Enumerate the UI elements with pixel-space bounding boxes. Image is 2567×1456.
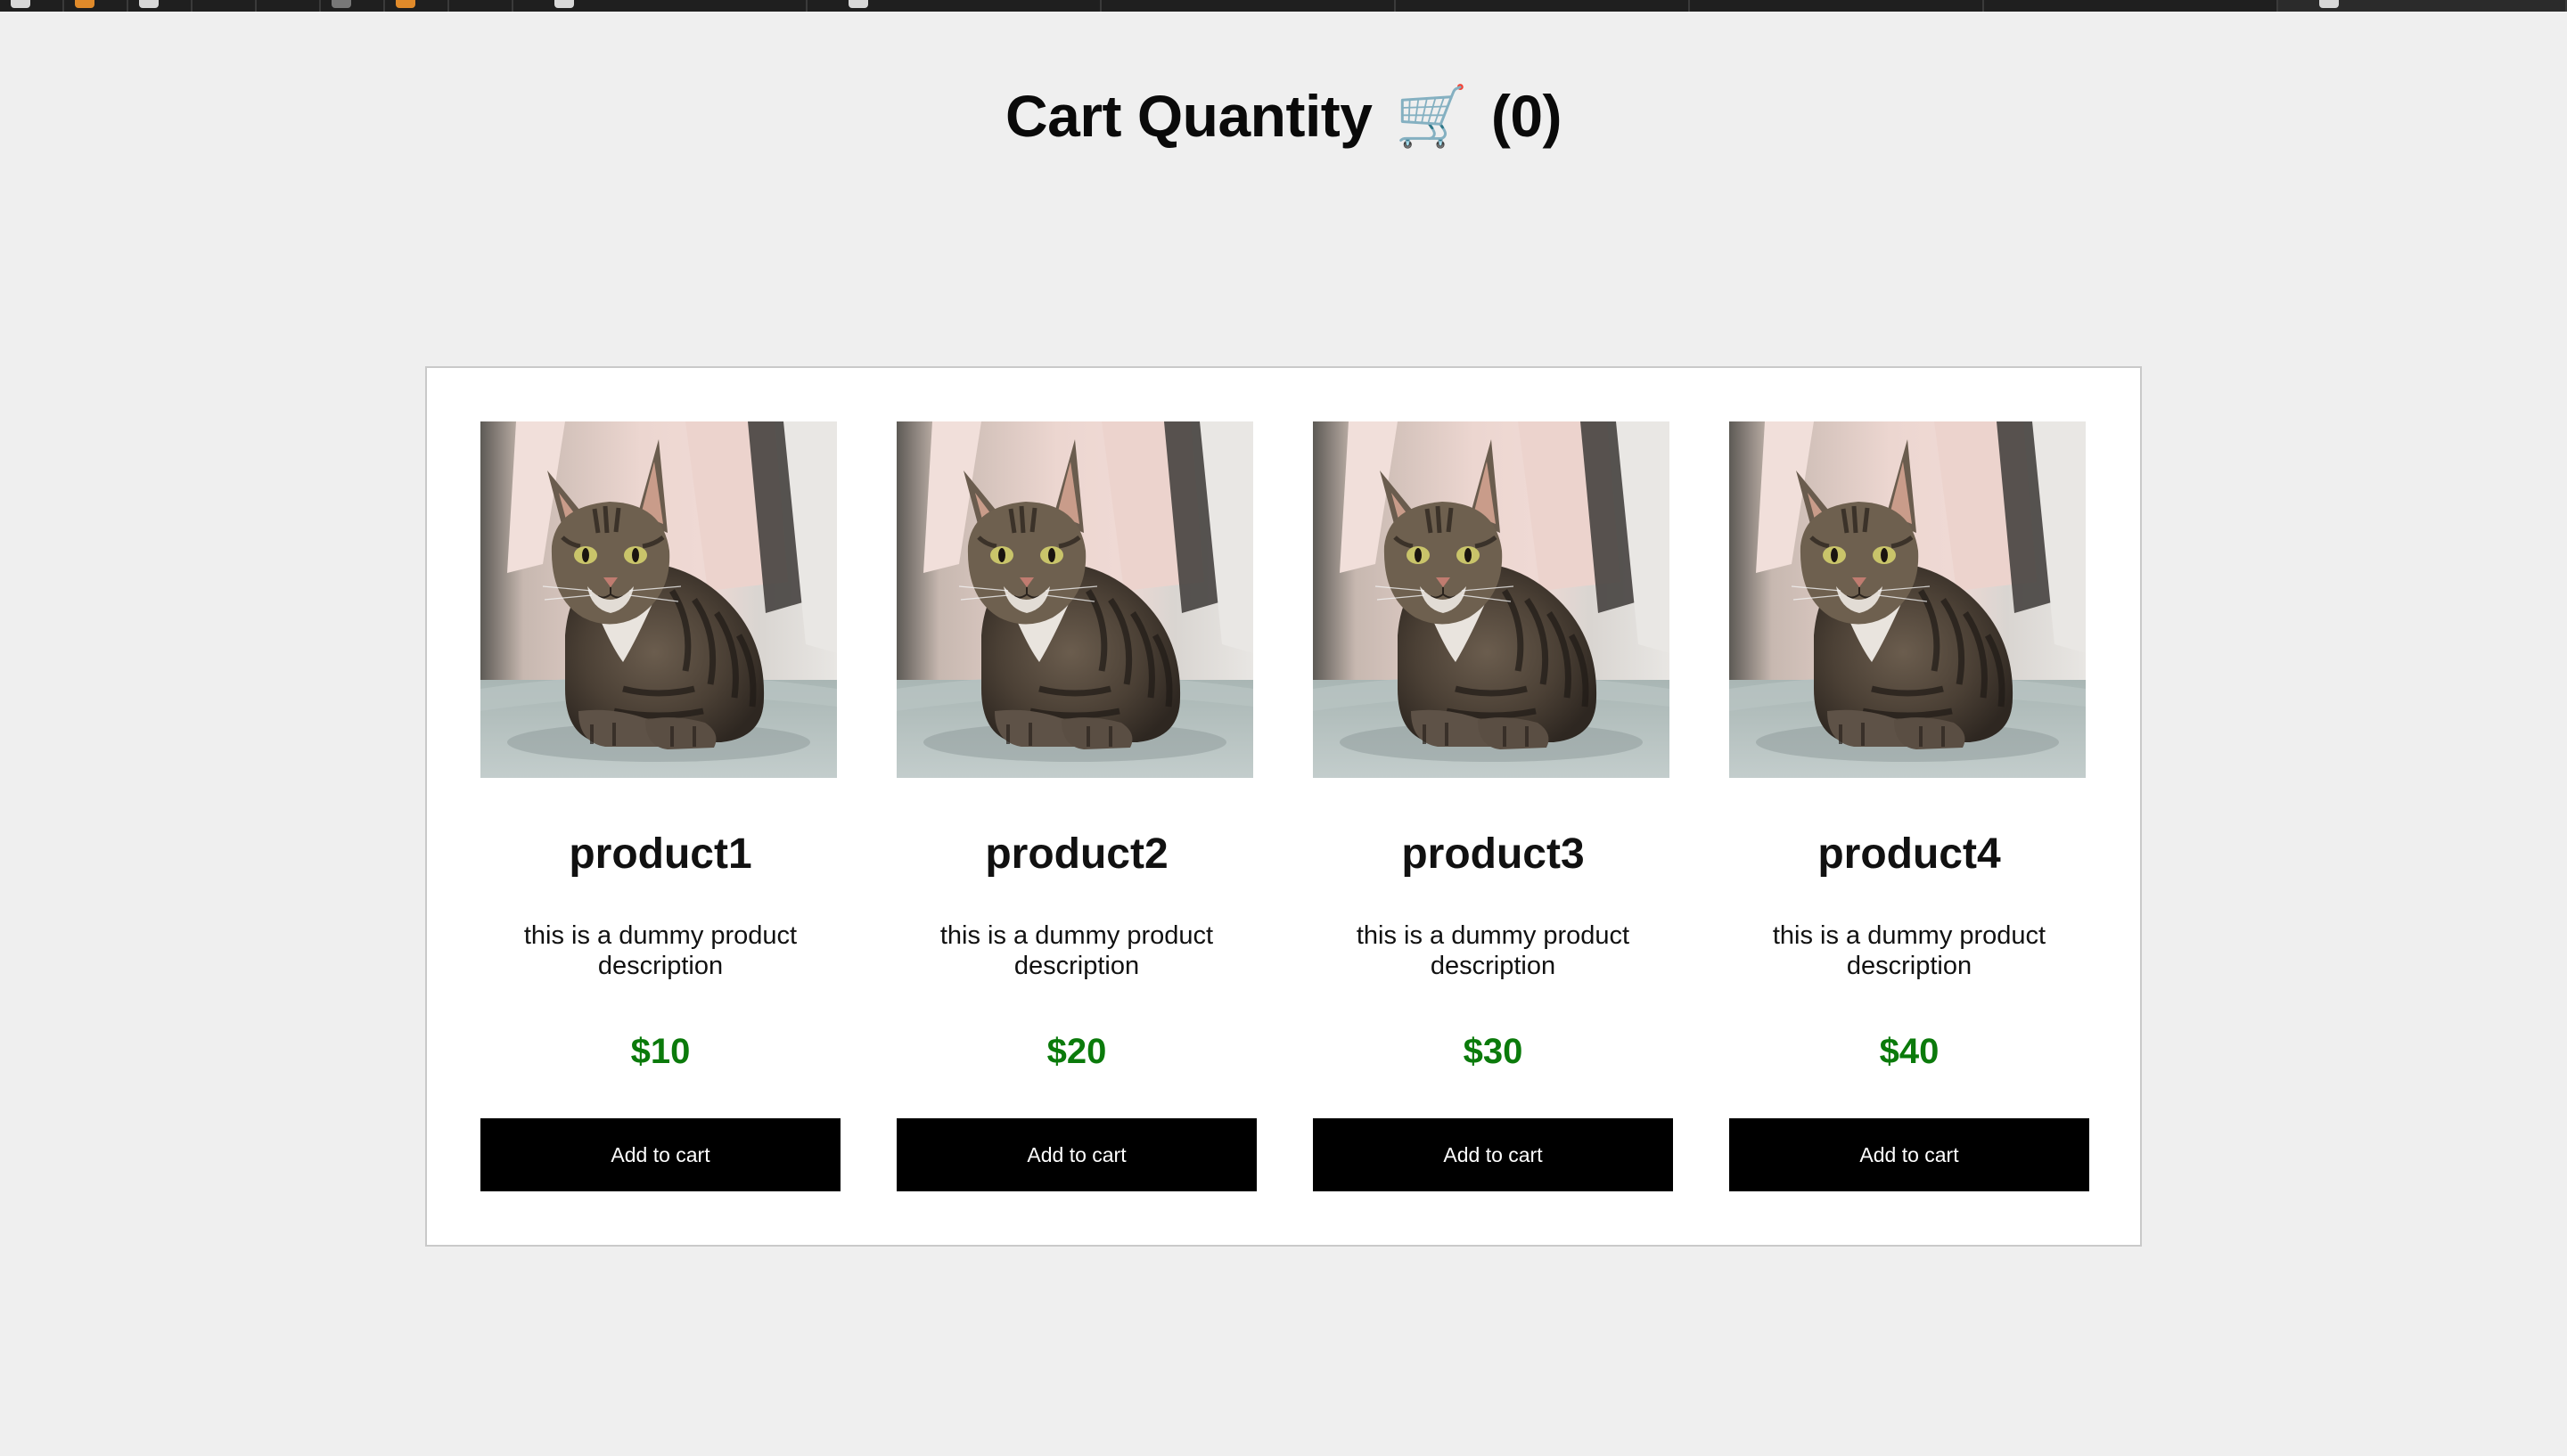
product-card: product2 this is a dummy product descrip…: [897, 421, 1257, 1191]
add-to-cart-button[interactable]: Add to cart: [480, 1118, 841, 1191]
browser-tab[interactable]: [193, 0, 257, 12]
browser-tab[interactable]: [1984, 0, 2278, 12]
browser-tab[interactable]: [1102, 0, 1396, 12]
product-name: product4: [1817, 830, 2001, 878]
product-image: [1313, 421, 1669, 778]
browser-tab[interactable]: [385, 0, 449, 12]
tab-favicon-icon: [396, 0, 415, 8]
browser-tab-active[interactable]: [2278, 0, 2567, 12]
browser-tab[interactable]: [1690, 0, 1984, 12]
add-to-cart-button[interactable]: Add to cart: [897, 1118, 1257, 1191]
add-to-cart-button[interactable]: Add to cart: [1313, 1118, 1673, 1191]
tab-favicon-icon: [849, 0, 868, 8]
product-card: product4 this is a dummy product descrip…: [1729, 421, 2089, 1191]
product-image: [1729, 421, 2086, 778]
product-grid: product1 this is a dummy product descrip…: [425, 366, 2142, 1247]
cat-photo-icon: [1313, 421, 1669, 778]
browser-tab[interactable]: [321, 0, 385, 12]
product-description: this is a dummy product description: [1356, 921, 1630, 980]
browser-tab[interactable]: [1396, 0, 1690, 12]
tab-favicon-icon: [332, 0, 351, 8]
tab-favicon-icon: [139, 0, 159, 8]
product-image: [897, 421, 1253, 778]
browser-tab[interactable]: [257, 0, 321, 12]
product-description: this is a dummy product description: [939, 921, 1214, 980]
page-title-text: Cart Quantity: [1005, 83, 1373, 149]
product-name: product3: [1401, 830, 1585, 878]
product-price: $10: [630, 1032, 691, 1071]
browser-tab[interactable]: [449, 0, 513, 12]
product-price: $20: [1046, 1032, 1107, 1071]
product-description: this is a dummy product description: [1772, 921, 2046, 980]
browser-tab[interactable]: [513, 0, 808, 12]
product-name: product2: [985, 830, 1169, 878]
cat-photo-icon: [1729, 421, 2086, 778]
cat-photo-icon: [897, 421, 1253, 778]
product-card: product1 this is a dummy product descrip…: [480, 421, 841, 1191]
product-name: product1: [569, 830, 752, 878]
browser-tab[interactable]: [808, 0, 1102, 12]
add-to-cart-button[interactable]: Add to cart: [1729, 1118, 2089, 1191]
tab-favicon-icon: [75, 0, 94, 8]
product-price: $40: [1879, 1032, 1940, 1071]
tab-favicon-icon: [554, 0, 574, 8]
tab-favicon-icon: [11, 0, 30, 8]
shopping-cart-icon: 🛒: [1395, 83, 1469, 149]
product-description: this is a dummy product description: [523, 921, 798, 980]
page-title: Cart Quantity 🛒 (0): [0, 82, 2567, 151]
product-price: $30: [1463, 1032, 1523, 1071]
cart-count: (0): [1490, 83, 1562, 149]
product-card: product3 this is a dummy product descrip…: [1313, 421, 1673, 1191]
tab-favicon-icon: [2319, 0, 2339, 8]
product-image: [480, 421, 837, 778]
browser-tab[interactable]: [128, 0, 193, 12]
browser-tab-strip: [0, 0, 2567, 12]
browser-tab[interactable]: [0, 0, 64, 12]
cat-photo-icon: [480, 421, 837, 778]
browser-tab[interactable]: [64, 0, 128, 12]
